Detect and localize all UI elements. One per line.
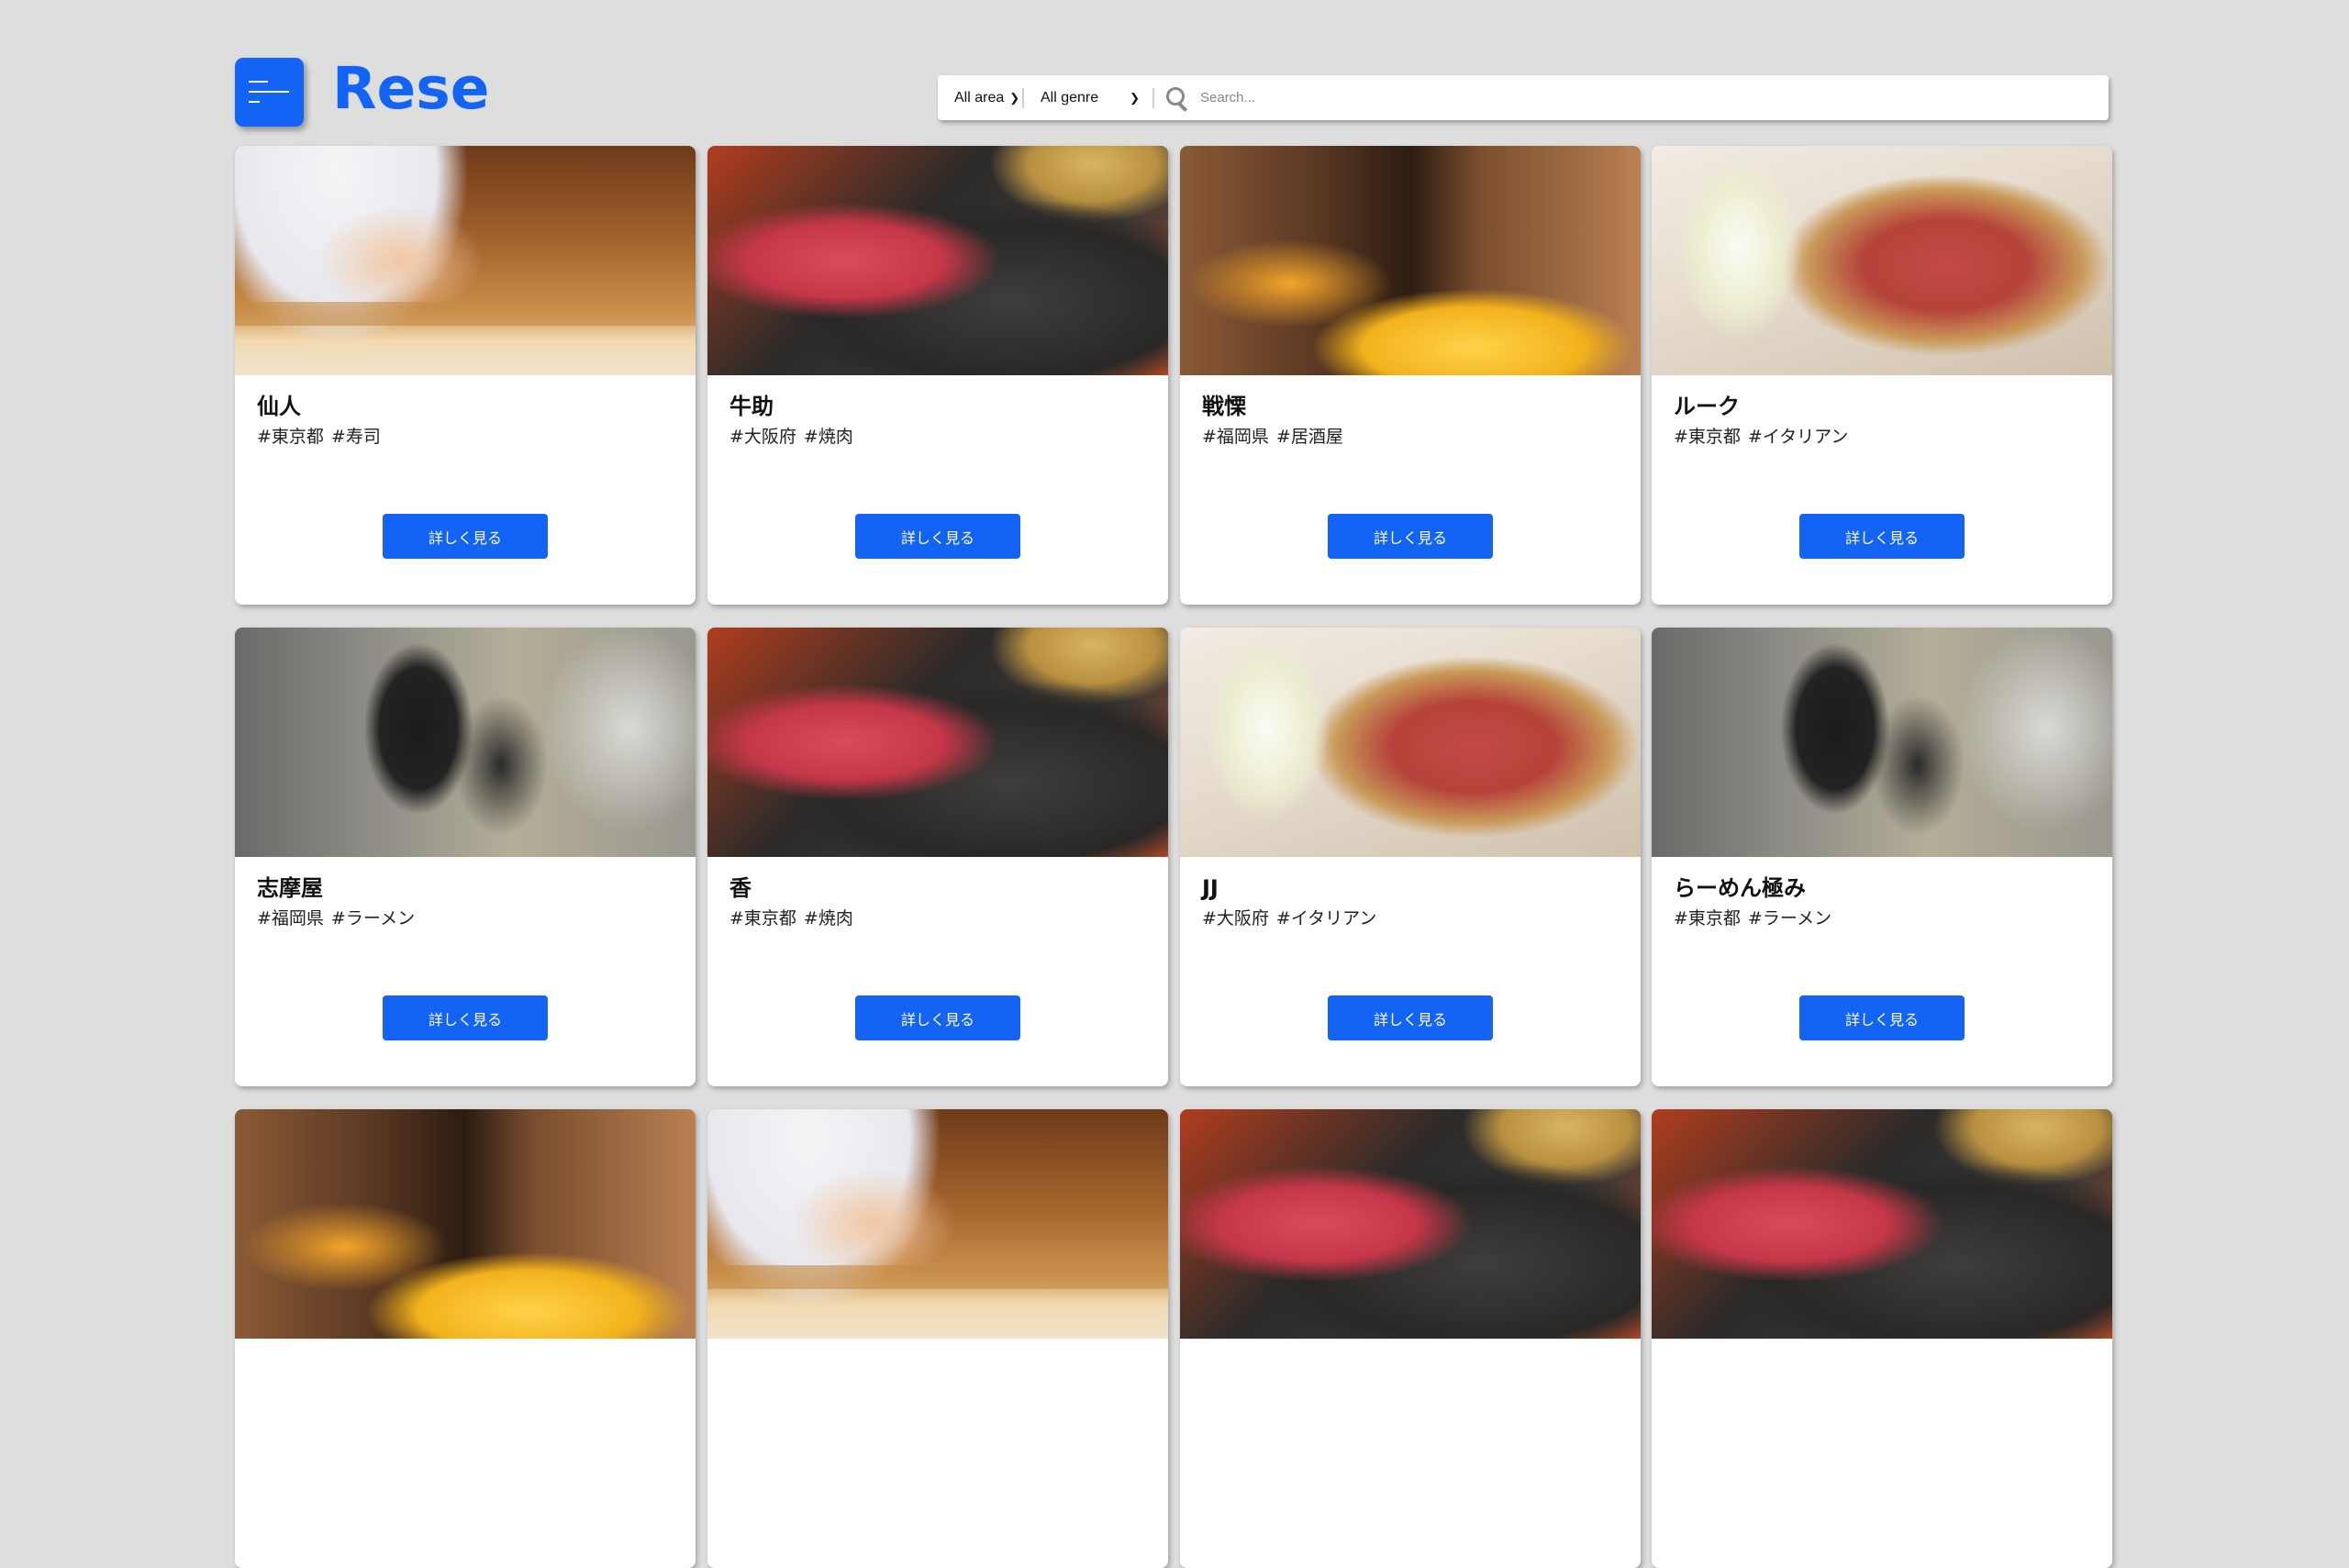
genre-tag: #ラーメン [1747,908,1832,929]
shop-tags: #東京都 #焼肉 [729,907,1146,929]
area-select[interactable]: All area ❯ [938,75,1022,120]
shop-card-body: らーめん極み #東京都 #ラーメン [1652,857,2112,929]
shop-tags: #東京都 #イタリアン [1674,426,2090,448]
genre-tag: #居酒屋 [1275,427,1343,447]
shop-name: JJ [1202,875,1219,901]
shop-card: ルーク #東京都 #イタリアン詳しく見る [1652,146,2112,605]
shop-card [707,1109,1168,1568]
shop-card [1180,1109,1641,1568]
shop-card-body: 香 #東京都 #焼肉 [707,857,1168,929]
shop-image [1180,1109,1641,1339]
shop-image [1652,146,2112,375]
area-tag: #東京都 [1674,427,1741,447]
shop-image [235,1109,696,1339]
detail-button[interactable]: 詳しく見る [855,514,1020,559]
shop-card: 牛助 #大阪府 #焼肉詳しく見る [707,146,1168,605]
shop-image [707,628,1168,857]
shop-tags: #福岡県 #ラーメン [257,907,674,929]
shop-image [235,146,696,375]
shop-card-body: 牛助 #大阪府 #焼肉 [707,375,1168,448]
search-bar: All area ❯ All genre ❯ [938,75,2109,120]
shop-card-body: 戦慄 #福岡県 #居酒屋 [1180,375,1641,448]
shop-card: 志摩屋 #福岡県 #ラーメン詳しく見る [235,628,696,1086]
area-tag: #東京都 [1674,908,1741,929]
area-tag: #大阪府 [1202,908,1269,929]
area-tag: #東京都 [729,908,796,929]
shop-tags: #大阪府 #焼肉 [729,426,1146,448]
shop-image [1652,628,2112,857]
shop-card: JJ #大阪府 #イタリアン詳しく見る [1180,628,1641,1086]
shop-name: 戦慄 [1202,394,1246,419]
shop-card: らーめん極み #東京都 #ラーメン詳しく見る [1652,628,2112,1086]
shop-image [1180,628,1641,857]
search-input[interactable] [1198,89,2109,106]
shop-card-body: 志摩屋 #福岡県 #ラーメン [235,857,696,929]
genre-tag: #イタリアン [1747,427,1849,447]
shop-image [1652,1109,2112,1339]
genre-tag: #焼肉 [803,427,853,447]
genre-select-value: All genre [1041,89,1099,106]
search-icon[interactable] [1165,86,1189,112]
detail-button[interactable]: 詳しく見る [1328,514,1493,559]
chevron-down-icon: ❯ [1130,90,1140,105]
shop-card [1652,1109,2112,1568]
shop-tags: #東京都 #ラーメン [1674,907,2090,929]
shop-name: ルーク [1674,394,1740,419]
detail-button[interactable]: 詳しく見る [383,514,548,559]
area-tag: #東京都 [257,427,324,447]
area-select-value: All area [954,89,1005,106]
menu-button[interactable] [235,58,304,127]
shop-card-body: ルーク #東京都 #イタリアン [1652,375,2112,448]
shop-tags: #大阪府 #イタリアン [1202,907,1619,929]
shop-card: 戦慄 #福岡県 #居酒屋詳しく見る [1180,146,1641,605]
detail-button[interactable]: 詳しく見る [1799,514,1965,559]
genre-tag: #ラーメン [330,908,416,929]
shop-card-body: 仙人 #東京都 #寿司 [235,375,696,448]
divider [1152,87,1154,108]
chevron-down-icon: ❯ [1009,90,1020,105]
shop-card-body: JJ #大阪府 #イタリアン [1180,857,1641,929]
shop-card: 香 #東京都 #焼肉詳しく見る [707,628,1168,1086]
area-tag: #福岡県 [257,908,324,929]
shop-name: 牛助 [729,394,774,419]
detail-button[interactable]: 詳しく見る [383,995,548,1040]
shop-name: 香 [729,875,751,901]
logo: Rese [332,55,490,122]
genre-select[interactable]: All genre ❯ [1024,75,1152,120]
area-tag: #大阪府 [729,427,796,447]
shop-tags: #福岡県 #居酒屋 [1202,426,1619,448]
shop-image [707,146,1168,375]
shop-card [235,1109,696,1568]
detail-button[interactable]: 詳しく見る [1799,995,1965,1040]
detail-button[interactable]: 詳しく見る [855,995,1020,1040]
shop-name: 志摩屋 [257,875,323,901]
shop-name: らーめん極み [1674,875,1806,901]
area-tag: #福岡県 [1202,427,1269,447]
shop-image [1180,146,1641,375]
shop-image [235,628,696,857]
shop-image [707,1109,1168,1339]
genre-tag: #イタリアン [1275,908,1377,929]
genre-tag: #寿司 [330,427,381,447]
shop-name: 仙人 [257,394,301,419]
shop-card: 仙人 #東京都 #寿司詳しく見る [235,146,696,605]
genre-tag: #焼肉 [803,908,853,929]
detail-button[interactable]: 詳しく見る [1328,995,1493,1040]
shop-tags: #東京都 #寿司 [257,426,674,448]
